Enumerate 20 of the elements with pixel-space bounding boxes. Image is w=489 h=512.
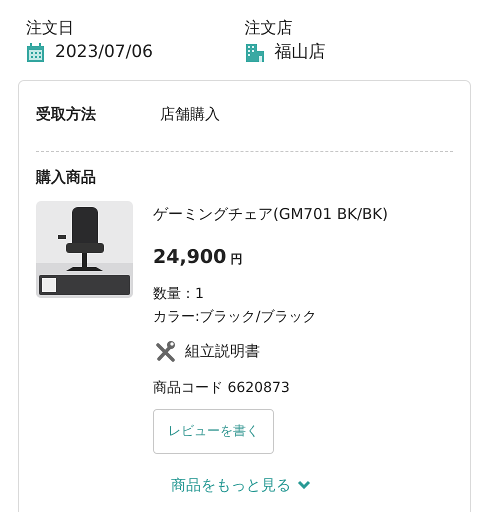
product-name: ゲーミングチェア(GM701 BK/BK) xyxy=(153,204,388,224)
purchased-label: 購入商品 xyxy=(36,167,97,188)
order-store-label: 注文店 xyxy=(244,18,294,38)
tools-icon xyxy=(153,340,177,364)
more-products-link[interactable]: 商品をもっと見る xyxy=(171,474,453,496)
currency: 円 xyxy=(230,252,242,266)
order-date: 2023/07/06 xyxy=(55,41,153,64)
price: 24,900 xyxy=(153,246,226,268)
receipt-method: 店舗購入 xyxy=(160,104,220,124)
calendar-icon xyxy=(26,42,45,63)
receipt-label: 受取方法 xyxy=(36,104,97,124)
color-variant: カラー:ブラック/ブラック xyxy=(153,308,318,326)
order-date-label: 注文日 xyxy=(26,18,75,38)
manual-link[interactable]: 組立説明書 xyxy=(185,340,260,363)
order-store: 福山店 xyxy=(274,41,326,64)
review-button[interactable]: レビューを書く xyxy=(153,408,274,454)
building-icon xyxy=(244,42,264,63)
chevron-down-icon xyxy=(297,480,311,490)
quantity: 数量：1 xyxy=(153,284,205,304)
product-code: 商品コード 6620873 xyxy=(153,378,291,398)
